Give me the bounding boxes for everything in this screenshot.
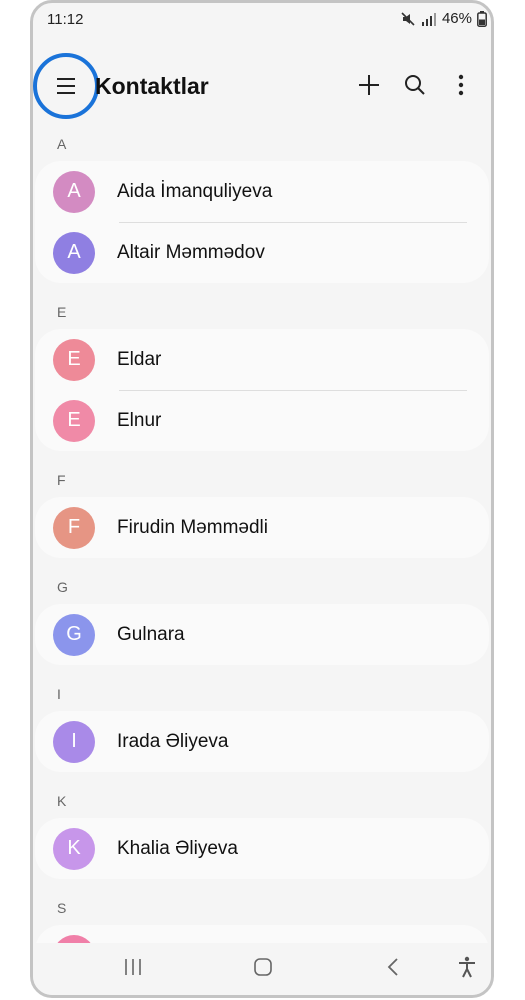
phone-frame: 11:12 46% Kontaktlar A A Aida İmanquliye… [30, 0, 494, 998]
home-icon [254, 958, 272, 976]
app-bar: Kontaktlar [33, 47, 491, 127]
back-icon [387, 958, 398, 976]
contact-row[interactable]: F Firudin Məmmədli [35, 497, 489, 558]
contact-avatar: E [53, 399, 95, 442]
back-button[interactable] [373, 947, 413, 987]
contact-group-card: K Khalia Əliyeva [35, 818, 489, 879]
contact-row[interactable]: A Altair Məmmədov [35, 222, 489, 283]
contact-name: Eldar [117, 348, 162, 370]
contact-name: Altair Məmmədov [117, 241, 265, 263]
section-letter-header: A [57, 136, 67, 152]
contact-avatar: G [53, 613, 95, 656]
contact-row[interactable]: SSamil Əsədov [35, 925, 489, 943]
recent-apps-icon [125, 959, 141, 975]
section-letter-header: E [57, 304, 67, 320]
search-icon [405, 75, 425, 95]
status-time: 11:12 [47, 11, 84, 28]
contact-list[interactable]: A A Aida İmanquliyeva A Altair Məmmədov E E Eld… [33, 127, 491, 943]
more-options-button[interactable] [445, 69, 477, 101]
contact-name: Aida İmanquliyeva [117, 180, 273, 202]
section-letter-header: K [57, 793, 67, 809]
contact-row[interactable]: A Aida İmanquliyeva [35, 161, 489, 222]
battery-icon [477, 10, 487, 27]
contact-avatar: E [53, 338, 95, 381]
recent-apps-button[interactable] [113, 947, 153, 987]
contact-group-card: A Aida İmanquliyeva A Altair Məmmədov [35, 161, 489, 283]
contact-group-card: G Gulnara [35, 604, 489, 665]
section-letter-header: I [57, 686, 61, 702]
home-button[interactable] [243, 947, 283, 987]
section-letter-header: G [57, 579, 68, 595]
contact-avatar: I [53, 720, 95, 763]
contact-name: Gulnara [117, 623, 185, 645]
contact-row[interactable]: E Eldar [35, 329, 489, 390]
contact-avatar: A [53, 231, 95, 274]
contact-row[interactable]: G Gulnara [35, 604, 489, 665]
add-contact-button[interactable] [353, 69, 385, 101]
status-icons: 46% [400, 10, 487, 27]
plus-icon [359, 75, 379, 95]
contact-avatar: F [53, 506, 95, 549]
contact-row[interactable]: E Elnur [35, 390, 489, 451]
contact-name: Firudin Məmmədli [117, 516, 268, 538]
status-bar: 11:12 46% [33, 3, 491, 37]
contact-name: Irada Əliyeva [117, 730, 229, 752]
contact-group-card: I Irada Əliyeva [35, 711, 489, 772]
contact-row[interactable]: K Khalia Əliyeva [35, 818, 489, 879]
page-title: Kontaktlar [95, 73, 209, 99]
accessibility-icon [459, 956, 475, 978]
mute-icon [401, 11, 415, 26]
contact-avatar: K [53, 827, 95, 870]
more-vertical-icon [458, 74, 464, 96]
navigation-bar [33, 943, 491, 995]
menu-button[interactable] [33, 53, 99, 119]
contact-name: Khalia Əliyeva [117, 837, 238, 859]
contact-group-card: F Firudin Məmmədli [35, 497, 489, 558]
battery-percent: 46% [441, 10, 472, 27]
app-bar-actions [353, 69, 477, 101]
contact-avatar: A [53, 170, 95, 213]
contact-group-card: SSamil Əsədov [35, 925, 489, 943]
contact-row[interactable]: I Irada Əliyeva [35, 711, 489, 772]
section-letter-header: F [57, 472, 66, 488]
signal-icon [421, 12, 436, 26]
search-button[interactable] [399, 69, 431, 101]
contact-avatar: S [53, 934, 95, 943]
hamburger-menu-icon [57, 78, 75, 94]
contact-name: Elnur [117, 409, 162, 431]
accessibility-button[interactable] [447, 947, 487, 987]
contact-group-card: E Eldar E Elnur [35, 329, 489, 451]
section-letter-header: S [57, 900, 67, 916]
